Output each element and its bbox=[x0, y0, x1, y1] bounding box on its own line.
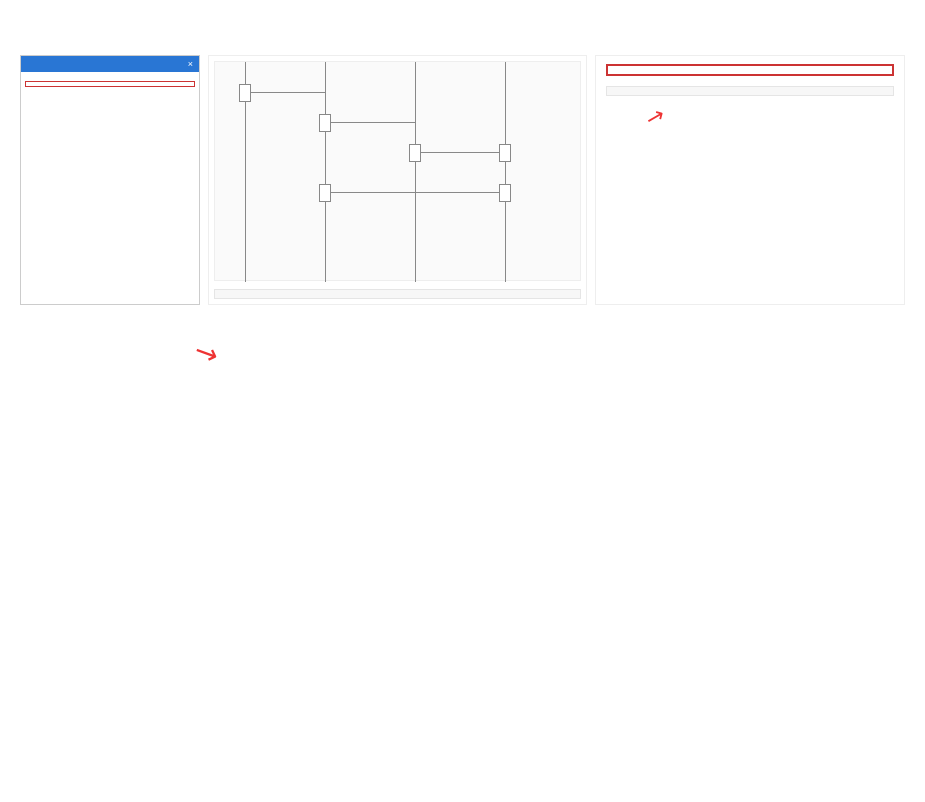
code-block bbox=[214, 289, 581, 299]
right-panel: ↗ bbox=[595, 55, 905, 305]
sidebar-panel: × bbox=[20, 55, 200, 305]
middle-panel: ↘ bbox=[208, 55, 587, 305]
sidebar-tab[interactable]: × bbox=[21, 56, 199, 72]
embedded-screenshot: × bbox=[20, 55, 905, 305]
code-block bbox=[606, 86, 894, 96]
close-icon[interactable]: × bbox=[188, 59, 193, 69]
right-title-box bbox=[606, 64, 894, 76]
tree-boxed-region bbox=[25, 81, 195, 87]
red-arrow-icon: ↗ bbox=[643, 102, 668, 132]
red-arrow-icon: ↘ bbox=[188, 333, 223, 373]
toc-tree[interactable] bbox=[21, 78, 199, 90]
sequence-diagram bbox=[214, 61, 581, 281]
